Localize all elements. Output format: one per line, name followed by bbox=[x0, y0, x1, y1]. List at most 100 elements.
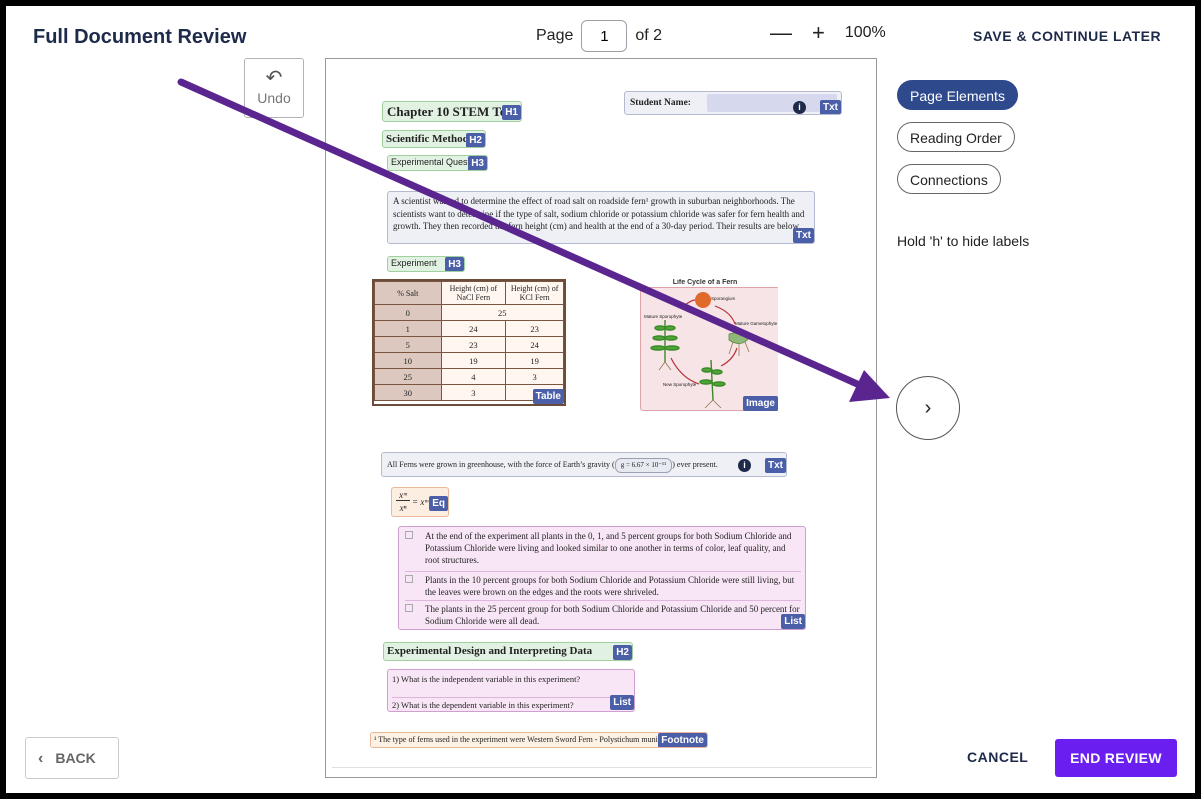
label-tag-h1: H1 bbox=[502, 105, 521, 120]
page-total: of 2 bbox=[635, 27, 663, 44]
element-h2[interactable]: Experimental Design and Interpreting Dat… bbox=[383, 642, 633, 661]
table-header-cell: Height (cm) of NaCl Fern bbox=[440, 281, 507, 305]
table-row: 1 24 23 bbox=[374, 320, 564, 337]
mode-page-elements[interactable]: Page Elements bbox=[897, 80, 1018, 110]
student-name-label: Student Name: bbox=[630, 98, 691, 108]
fern-lifecycle-icon bbox=[650, 292, 750, 409]
table-cell: 30 bbox=[374, 384, 442, 401]
element-paragraph[interactable]: A scientist wanted to determine the effe… bbox=[387, 191, 815, 244]
page-label: Page bbox=[536, 27, 574, 44]
chevron-right-icon: › bbox=[924, 397, 932, 419]
table-cell: 3 bbox=[440, 384, 507, 401]
figure-label: Mature Sporophyte bbox=[644, 314, 683, 319]
list-item: 1) What is the independent variable in t… bbox=[392, 674, 581, 684]
label-tag-table: Table bbox=[532, 389, 564, 404]
hide-labels-hint: Hold 'h' to hide labels bbox=[897, 233, 1030, 249]
save-continue-later-button[interactable]: SAVE & CONTINUE LATER bbox=[973, 28, 1161, 44]
label-tag-h3: H3 bbox=[445, 257, 464, 271]
zoom-in-button[interactable]: + bbox=[812, 22, 825, 44]
element-table[interactable]: % Salt Height (cm) of NaCl Fern Height (… bbox=[372, 279, 566, 406]
table-cell: 23 bbox=[505, 320, 564, 337]
table-cell: 4 bbox=[440, 368, 507, 385]
paragraph-text: A scientist wanted to determine the effe… bbox=[393, 196, 805, 231]
element-h1[interactable]: Chapter 10 STEM Test H1 bbox=[382, 101, 522, 122]
salt-table: % Salt Height (cm) of NaCl Fern Height (… bbox=[374, 281, 564, 401]
equation-numerator: xᵐ bbox=[396, 490, 410, 501]
checkbox-icon bbox=[405, 531, 413, 539]
h3-text: Experiment bbox=[391, 258, 437, 268]
checkbox-icon bbox=[405, 575, 413, 583]
list-item-text: Plants in the 10 percent groups for both… bbox=[425, 575, 795, 597]
page-title: Full Document Review bbox=[33, 26, 247, 48]
label-tag-list: List bbox=[781, 614, 805, 629]
zoom-level: 100% bbox=[844, 24, 886, 41]
equation-rhs: = xᵐ⁻ⁿ bbox=[412, 497, 430, 507]
next-page-button[interactable]: › bbox=[896, 376, 960, 440]
student-name-field bbox=[707, 94, 837, 112]
back-label: BACK bbox=[55, 750, 96, 766]
list-item: 2) What is the dependent variable in thi… bbox=[392, 697, 630, 711]
info-icon[interactable]: i bbox=[793, 101, 806, 114]
element-image[interactable]: Life Cycle of a Fern Sporangium Mature S… bbox=[632, 279, 778, 411]
figure-label: Mature Gametophyte bbox=[735, 321, 778, 326]
undo-icon: ↶ bbox=[265, 67, 283, 89]
table-cell: 24 bbox=[505, 336, 564, 353]
element-list[interactable]: At the end of the experiment all plants … bbox=[398, 526, 806, 630]
label-tag-h3: H3 bbox=[468, 156, 487, 170]
mode-reading-order[interactable]: Reading Order bbox=[897, 122, 1015, 152]
list-item: At the end of the experiment all plants … bbox=[405, 530, 801, 566]
element-list[interactable]: 1) What is the independent variable in t… bbox=[387, 669, 635, 712]
gravity-formula[interactable]: g = 6.67 × 10⁻¹¹ bbox=[614, 458, 673, 473]
element-h2[interactable]: Scientific Method H2 bbox=[382, 130, 486, 148]
table-cell: 10 bbox=[374, 352, 442, 369]
table-cell: 3 bbox=[505, 368, 564, 385]
element-h3[interactable]: Experimental Question H3 bbox=[387, 155, 488, 171]
review-window: Full Document Review Page of 2 — + 10 0% … bbox=[6, 6, 1195, 793]
mode-connections[interactable]: Connections bbox=[897, 164, 1001, 194]
element-equation[interactable]: xᵐ xⁿ = xᵐ⁻ⁿ Eq bbox=[391, 487, 449, 517]
label-tag-footnote: Footnote bbox=[658, 733, 707, 747]
table-cell: 25 bbox=[374, 368, 442, 385]
table-row: 10 19 19 bbox=[374, 352, 564, 369]
zoom-out-button[interactable]: — bbox=[770, 22, 792, 44]
element-footnote[interactable]: ¹ The type of ferns used in the experime… bbox=[370, 732, 708, 748]
table-cell: 19 bbox=[440, 352, 507, 369]
back-button[interactable]: ‹ BACK bbox=[25, 737, 119, 779]
zoom-controls: — + 100% bbox=[770, 22, 886, 44]
table-cell: 5 bbox=[374, 336, 442, 353]
gravity-text: All Ferns were grown in greenhouse, with… bbox=[387, 460, 615, 469]
undo-button[interactable]: ↶ Undo bbox=[244, 58, 304, 118]
gravity-text-end: ) ever present. bbox=[672, 460, 718, 469]
figure-title: Life Cycle of a Fern bbox=[672, 279, 738, 286]
list-item: The plants in the 25 percent group for b… bbox=[405, 600, 801, 627]
table-cell: 24 bbox=[440, 320, 507, 337]
element-gravity-text[interactable]: All Ferns were grown in greenhouse, with… bbox=[381, 452, 787, 477]
cancel-button[interactable]: CANCEL bbox=[967, 749, 1028, 765]
checkbox-icon bbox=[405, 604, 413, 612]
table-cell: 25 bbox=[440, 304, 564, 321]
end-review-button[interactable]: END REVIEW bbox=[1055, 739, 1177, 777]
label-tag-txt: Txt bbox=[820, 100, 841, 114]
table-header-cell: % Salt bbox=[374, 281, 442, 305]
label-tag-image: Image bbox=[743, 396, 778, 411]
table-cell: 1 bbox=[374, 320, 442, 337]
h2-text: Experimental Design and Interpreting Dat… bbox=[387, 645, 593, 657]
label-tag-txt: Txt bbox=[765, 458, 786, 473]
label-tag-eq: Eq bbox=[429, 496, 448, 511]
footnote-text: ¹ The type of ferns used in the experime… bbox=[374, 735, 671, 744]
list-item-text: At the end of the experiment all plants … bbox=[425, 531, 792, 565]
table-cell: 23 bbox=[440, 336, 507, 353]
table-row: 25 4 3 bbox=[374, 368, 564, 385]
page-number-input[interactable] bbox=[581, 20, 628, 52]
element-h3[interactable]: Experiment H3 bbox=[387, 256, 465, 272]
h1-text: Chapter 10 STEM Test bbox=[387, 104, 515, 119]
table-header-row: % Salt Height (cm) of NaCl Fern Height (… bbox=[374, 281, 564, 305]
label-tag-h2: H2 bbox=[466, 133, 485, 147]
table-cell: 19 bbox=[505, 352, 564, 369]
element-student-name[interactable]: Student Name: i Txt bbox=[624, 91, 842, 115]
figure-label: New Sporophyte bbox=[663, 382, 697, 387]
info-icon[interactable]: i bbox=[738, 459, 751, 472]
table-header-cell: Height (cm) of KCl Fern bbox=[505, 281, 564, 305]
table-row: 0 25 bbox=[374, 304, 564, 321]
table-row: 5 23 24 bbox=[374, 336, 564, 353]
